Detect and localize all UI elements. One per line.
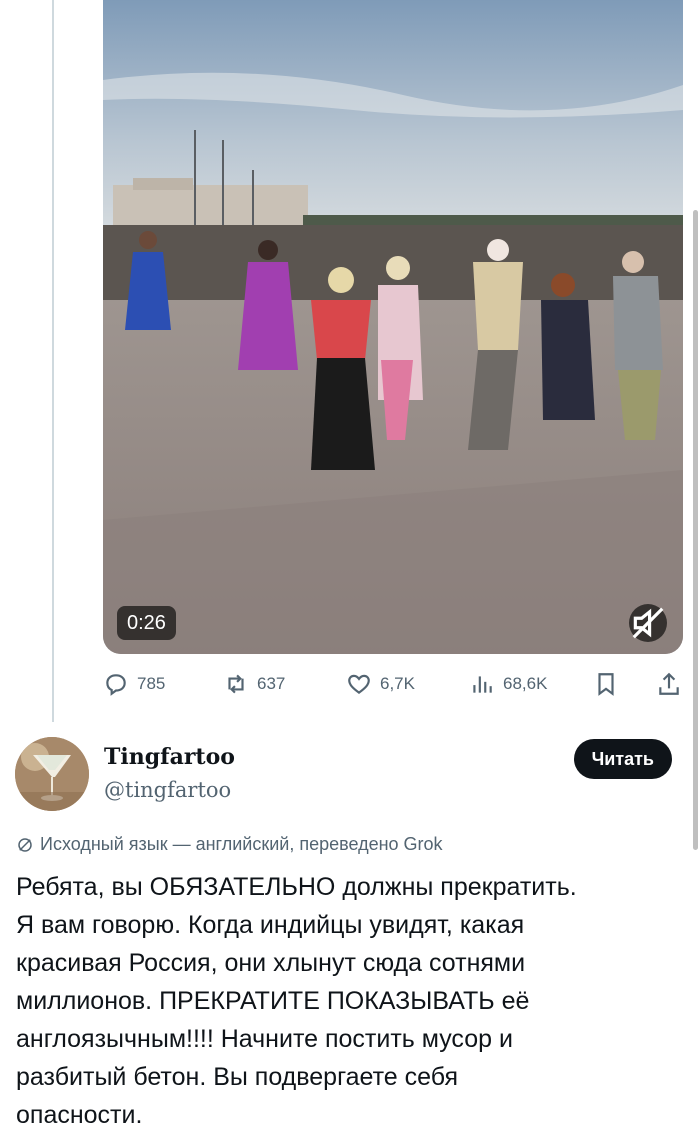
share-button[interactable] [656,664,682,704]
translation-note[interactable]: Исходный язык — английский, переведено G… [16,834,443,855]
repost-count: 637 [257,674,286,693]
author-handle[interactable]: @tingfartoo [104,778,231,802]
repost-icon [228,674,244,694]
bookmark-button[interactable] [593,664,619,704]
scrollbar[interactable] [693,210,698,850]
mute-button[interactable] [629,604,667,642]
translation-text: Исходный язык — английский, переведено G… [40,834,443,854]
follow-button[interactable]: Читать [573,739,672,779]
views-icon [473,676,492,693]
views-button[interactable]: 68,6K [469,664,547,704]
reply-count: 785 [137,674,166,693]
avatar-image [15,737,89,811]
like-icon [348,674,370,695]
translate-icon [18,837,32,852]
like-count: 6,7K [380,674,415,693]
author-name[interactable]: Tingfartoo [104,744,235,770]
views-count: 68,6K [503,674,548,693]
bookmark-icon [598,673,614,696]
tweet-actions: 785 637 6,7K 68,6K [103,664,683,704]
avatar[interactable] [15,737,89,811]
tweet-text: Ребята, вы ОБЯЗАТЕЛЬНО должны прекратить… [16,873,577,1129]
repost-button[interactable]: 637 [223,664,285,704]
reply-button[interactable]: 785 [103,664,165,704]
video-frame [103,0,683,654]
mute-icon [632,607,664,639]
share-icon [659,672,679,695]
like-button[interactable]: 6,7K [346,664,415,704]
video-timestamp: 0:26 [117,606,176,640]
reply-icon [106,674,126,696]
video-player[interactable]: 0:26 [103,0,683,654]
thread-line [52,0,54,722]
